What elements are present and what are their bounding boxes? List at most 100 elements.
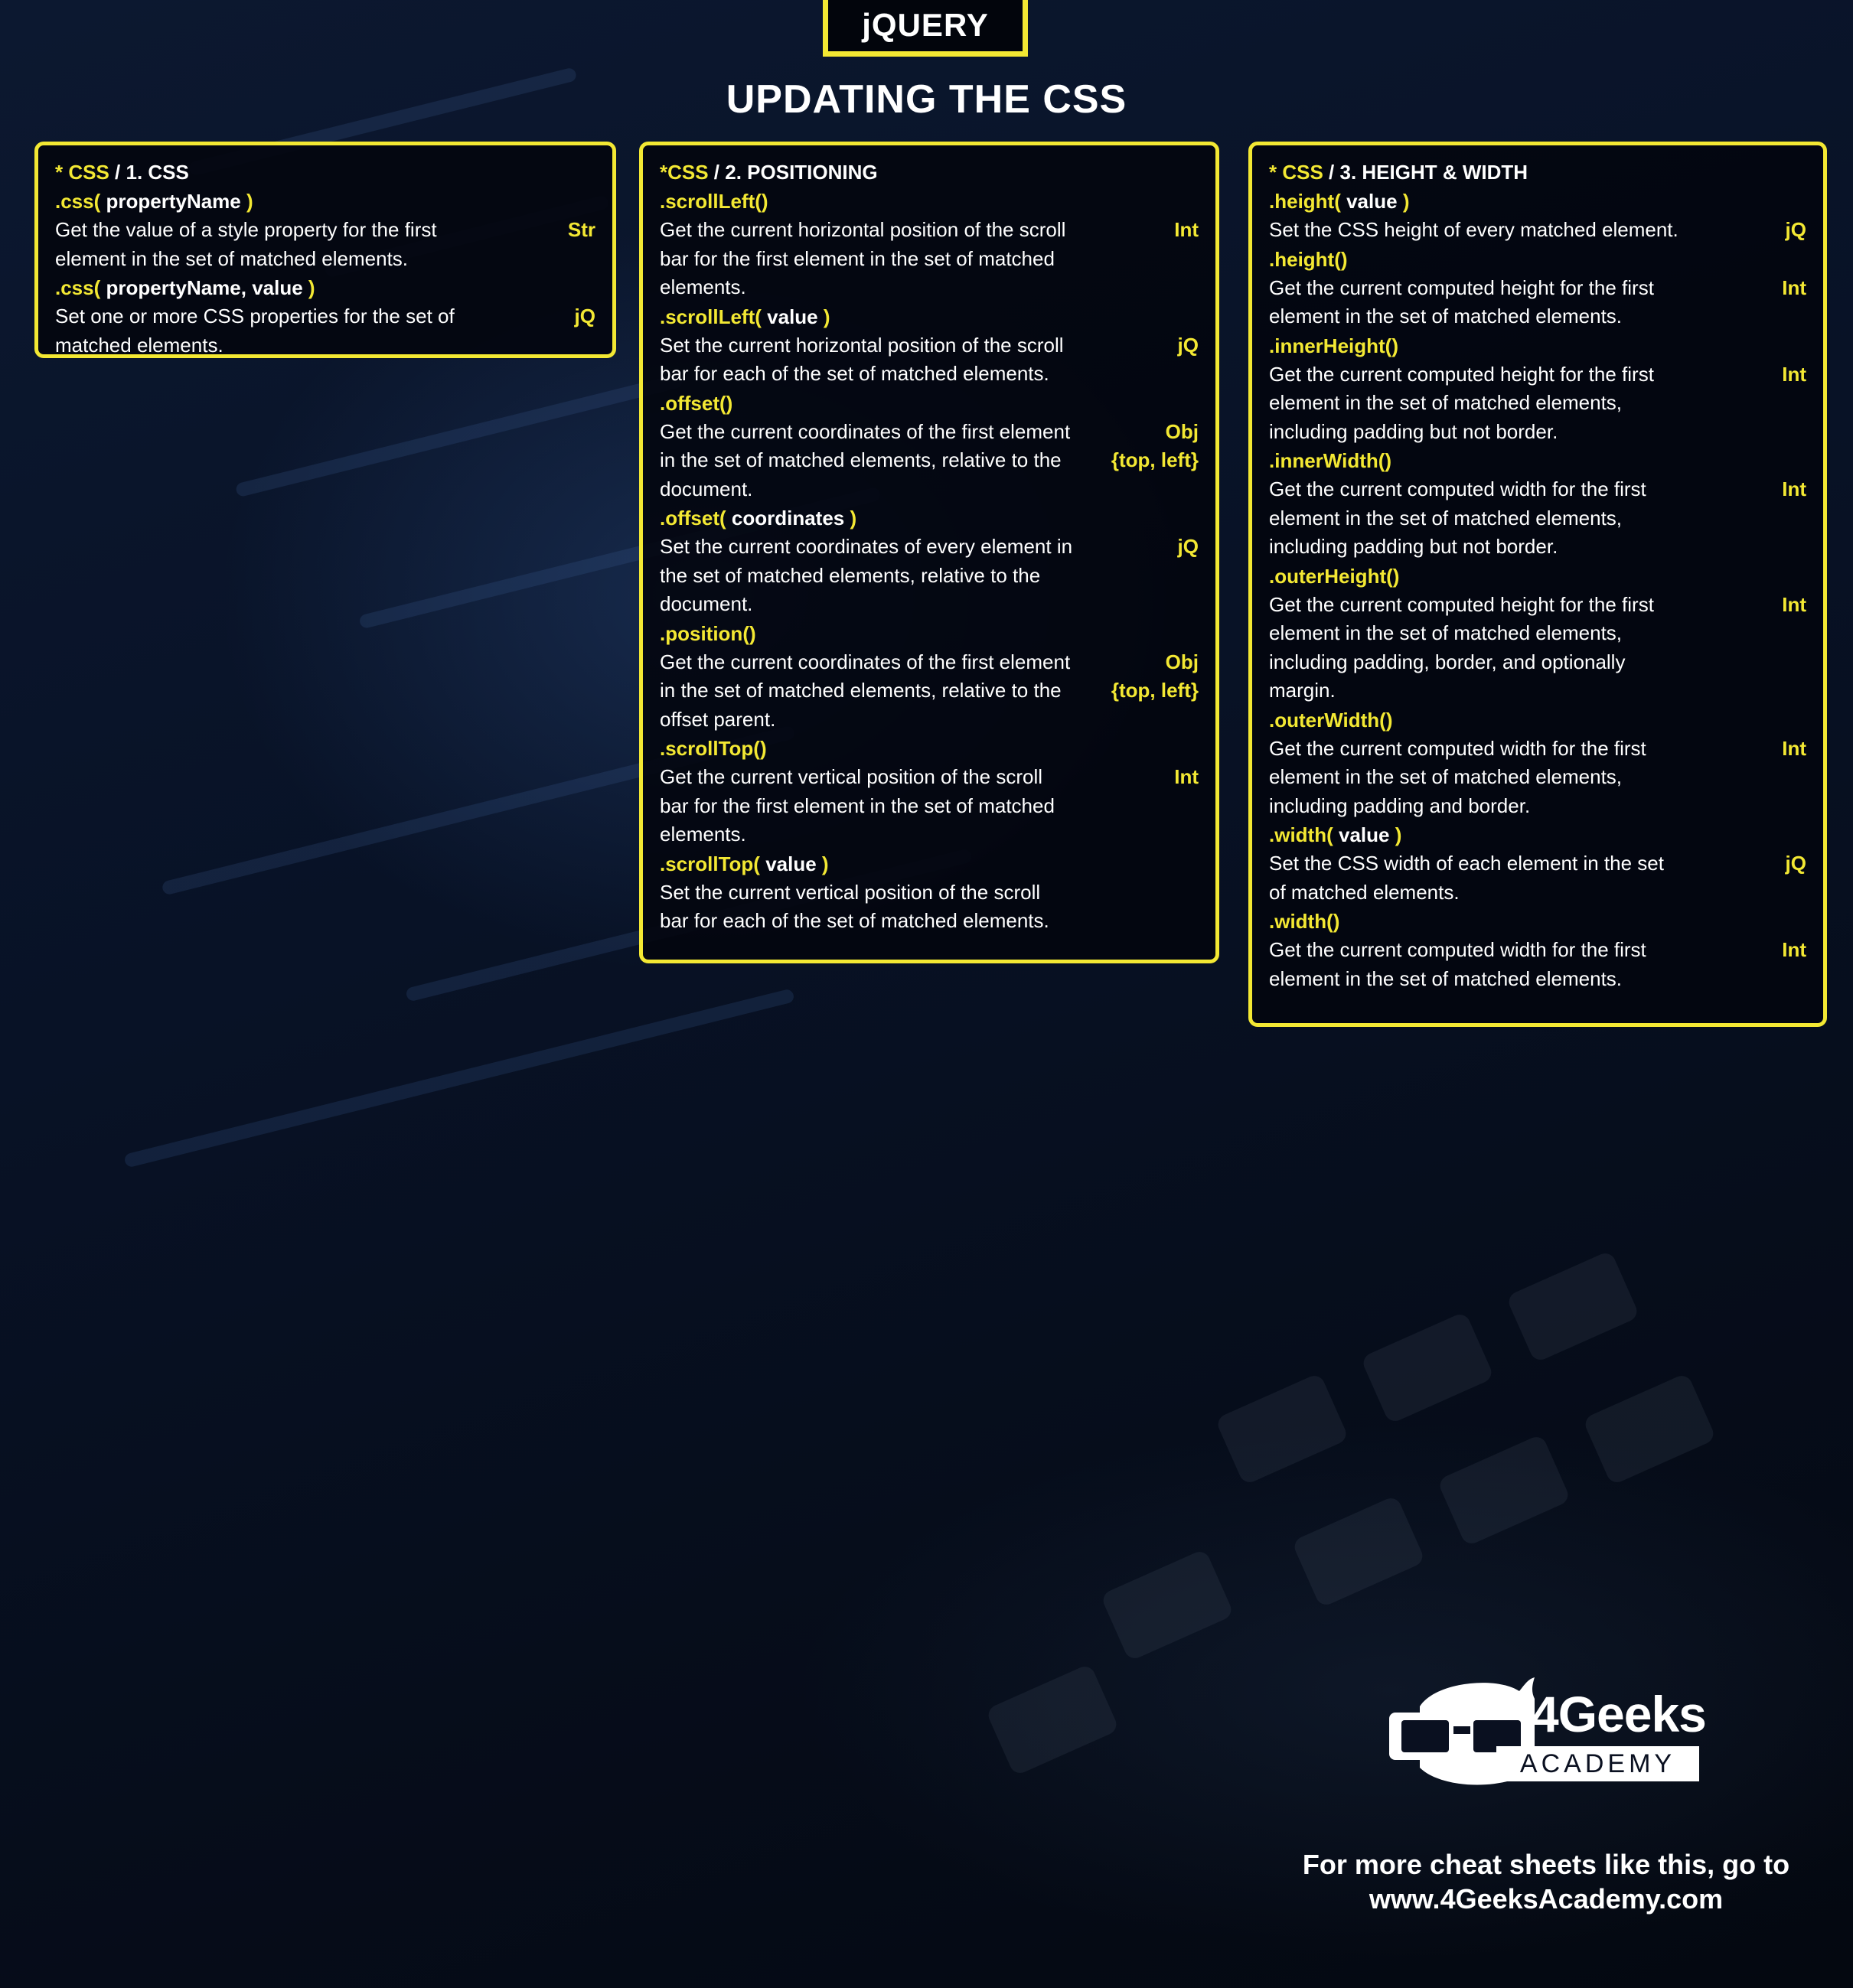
method-signature: .position(): [660, 619, 1199, 648]
return-type-label: Int: [1174, 765, 1199, 788]
bg-key: [1506, 1250, 1640, 1364]
return-type-label: Int: [1782, 362, 1806, 386]
return-type-label: Int: [1174, 218, 1199, 241]
return-type: jQ: [1178, 331, 1199, 360]
return-type-label: Int: [1782, 275, 1806, 299]
return-type: Int: [1782, 936, 1806, 965]
method-name: .height(): [1269, 247, 1348, 271]
method-close: ): [850, 507, 857, 530]
bg-code-line: [123, 988, 795, 1168]
method-name: .scrollTop(: [660, 852, 760, 875]
method-description: Get the current computed width for the f…: [1269, 938, 1646, 990]
method-description: Set the CSS height of every matched elem…: [1269, 218, 1678, 241]
section-heading-prefix: *CSS: [660, 161, 709, 184]
method-entry: Set the CSS width of each element in the…: [1269, 849, 1806, 907]
return-type: Obj {top, left}: [1111, 648, 1199, 706]
method-close: ): [1402, 190, 1410, 213]
method-signature: .offset( coordinates ): [660, 504, 1199, 533]
method-signature: .css( propertyName ): [55, 187, 595, 216]
method-description: Set the current coordinates of every ele…: [660, 535, 1073, 615]
return-type-label: Obj: [1165, 419, 1199, 443]
section-heading-prefix: * CSS: [55, 161, 109, 184]
bg-key: [1215, 1372, 1349, 1486]
return-type: jQ: [1786, 216, 1806, 245]
method-param: value: [1340, 190, 1403, 213]
return-type: Int: [1782, 735, 1806, 764]
method-description: Get the current computed height for the …: [1269, 592, 1654, 702]
return-type-detail: {top, left}: [1111, 679, 1199, 702]
return-type-label: jQ: [1177, 535, 1199, 558]
method-signature: .innerHeight(): [1269, 331, 1806, 360]
return-type: jQ: [1786, 849, 1806, 878]
method-entry: Get the current computed height for the …: [1269, 360, 1806, 447]
method-close: ): [823, 305, 830, 328]
return-type: Int: [1174, 763, 1199, 792]
method-signature: .css( propertyName, value ): [55, 273, 595, 302]
return-type: Int: [1782, 475, 1806, 504]
method-name: .innerHeight(): [1269, 334, 1398, 357]
method-entry: Get the current coordinates of the first…: [660, 418, 1199, 504]
method-name: .height(: [1269, 190, 1341, 213]
method-signature: .outerHeight(): [1269, 562, 1806, 591]
method-description: Get the current computed height for the …: [1269, 362, 1654, 443]
method-description: Get the current coordinates of the first…: [660, 419, 1071, 500]
method-signature: .scrollLeft(): [660, 187, 1199, 216]
section-css: * CSS / 1. CSS .css( propertyName ) Get th…: [34, 142, 616, 358]
method-name: .innerWidth(): [1269, 449, 1392, 472]
method-param: value: [1333, 823, 1395, 846]
method-entry: Set the CSS height of every matched elem…: [1269, 216, 1806, 245]
method-name: .offset(: [660, 507, 726, 530]
return-type: Int: [1782, 360, 1806, 389]
return-type-label: Int: [1782, 938, 1806, 961]
method-param: value: [761, 305, 824, 328]
method-name: .scrollLeft(): [660, 190, 768, 213]
method-description: Get the current vertical position of the…: [660, 765, 1055, 846]
method-signature: .height(): [1269, 245, 1806, 274]
method-entry: Get the current coordinates of the first…: [660, 648, 1199, 735]
method-signature: .scrollTop(): [660, 734, 1199, 763]
method-name: .width(: [1269, 823, 1333, 846]
method-entry: Get the current computed width for the f…: [1269, 475, 1806, 562]
method-description: Set the CSS width of each element in the…: [1269, 852, 1664, 904]
bg-key: [1100, 1548, 1235, 1662]
section-heading-label: / 3. HEIGHT & WIDTH: [1323, 161, 1528, 184]
section-height-width: * CSS / 3. HEIGHT & WIDTH .height( value …: [1248, 142, 1827, 1027]
method-description: Get the value of a style property for th…: [55, 218, 437, 270]
return-type-label: jQ: [574, 305, 595, 328]
method-entry: Set the current coordinates of every ele…: [660, 533, 1199, 619]
logo-subtitle: ACADEMY: [1496, 1746, 1699, 1781]
method-close: ): [1395, 823, 1402, 846]
return-type: jQ: [575, 302, 595, 331]
return-type: Int: [1174, 216, 1199, 245]
method-entry: Set the current horizontal position of t…: [660, 331, 1199, 389]
return-type-label: jQ: [1177, 333, 1199, 357]
method-name: .position(): [660, 621, 756, 645]
return-type-label: Int: [1782, 736, 1806, 760]
method-signature: .scrollLeft( value ): [660, 302, 1199, 331]
return-type-label: Int: [1782, 477, 1806, 500]
return-type-detail: {top, left}: [1111, 448, 1199, 471]
method-entry: Set one or more CSS properties for the s…: [55, 302, 595, 360]
bg-key: [1291, 1494, 1426, 1608]
method-signature: .height( value ): [1269, 187, 1806, 216]
section-heading-label: / 2. POSITIONING: [708, 161, 878, 184]
method-entry: Get the current computed height for the …: [1269, 274, 1806, 331]
bg-code-line: [234, 373, 684, 498]
section-positioning: *CSS / 2. POSITIONING .scrollLeft() Get th…: [639, 142, 1219, 963]
footer-url[interactable]: www.4GeeksAcademy.com: [1255, 1882, 1837, 1916]
method-name: .scrollTop(): [660, 737, 767, 760]
section-heading-label: / 1. CSS: [109, 161, 189, 184]
method-signature: .width(): [1269, 907, 1806, 936]
method-entry: Get the current computed height for the …: [1269, 591, 1806, 706]
method-close: ): [246, 190, 253, 213]
method-entry: Get the current vertical position of the…: [660, 763, 1199, 849]
bg-key: [1360, 1311, 1495, 1425]
method-description: Get the current computed width for the f…: [1269, 477, 1646, 558]
method-description: Set one or more CSS properties for the s…: [55, 305, 455, 357]
method-param: propertyName: [100, 190, 246, 213]
return-type: Int: [1782, 591, 1806, 620]
method-name: .css(: [55, 190, 101, 213]
method-description: Get the current computed height for the …: [1269, 275, 1654, 328]
return-type-label: jQ: [1785, 218, 1806, 241]
method-name: .width(): [1269, 910, 1340, 933]
